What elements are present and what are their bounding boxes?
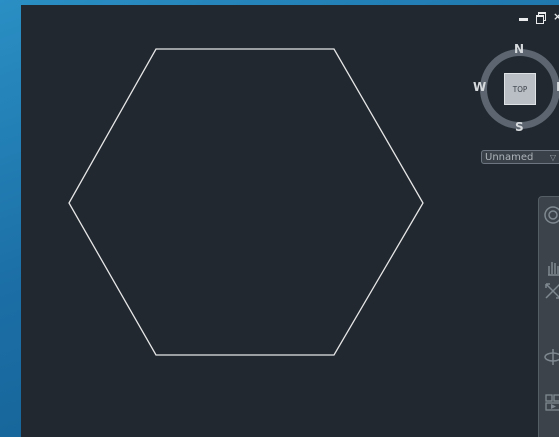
hexagon-polygon[interactable]	[68, 48, 424, 356]
compass-north[interactable]: N	[514, 42, 524, 56]
compass-west[interactable]: W	[473, 80, 486, 94]
viewcube[interactable]: TOP N S W E	[473, 42, 559, 134]
pan-icon[interactable]	[543, 257, 559, 277]
drawing-viewport[interactable]: × TOP N S W E Unnamed ▽	[21, 5, 559, 437]
ucs-menu[interactable]: Unnamed ▽	[481, 150, 559, 164]
minimize-icon[interactable]	[519, 11, 529, 23]
chevron-down-icon: ▽	[549, 153, 556, 162]
compass-south[interactable]: S	[515, 120, 524, 134]
orbit-icon[interactable]	[543, 347, 559, 367]
showmotion-icon[interactable]	[543, 392, 559, 412]
close-icon[interactable]: ×	[553, 11, 559, 23]
viewcube-top-face[interactable]: TOP	[504, 73, 536, 105]
viewport-window-controls: ×	[519, 11, 559, 24]
steering-wheel-icon[interactable]	[543, 205, 559, 225]
ucs-menu-label: Unnamed	[485, 152, 534, 163]
navigation-bar	[538, 196, 559, 437]
zoom-extents-icon[interactable]	[543, 281, 559, 301]
restore-icon[interactable]	[536, 11, 546, 24]
